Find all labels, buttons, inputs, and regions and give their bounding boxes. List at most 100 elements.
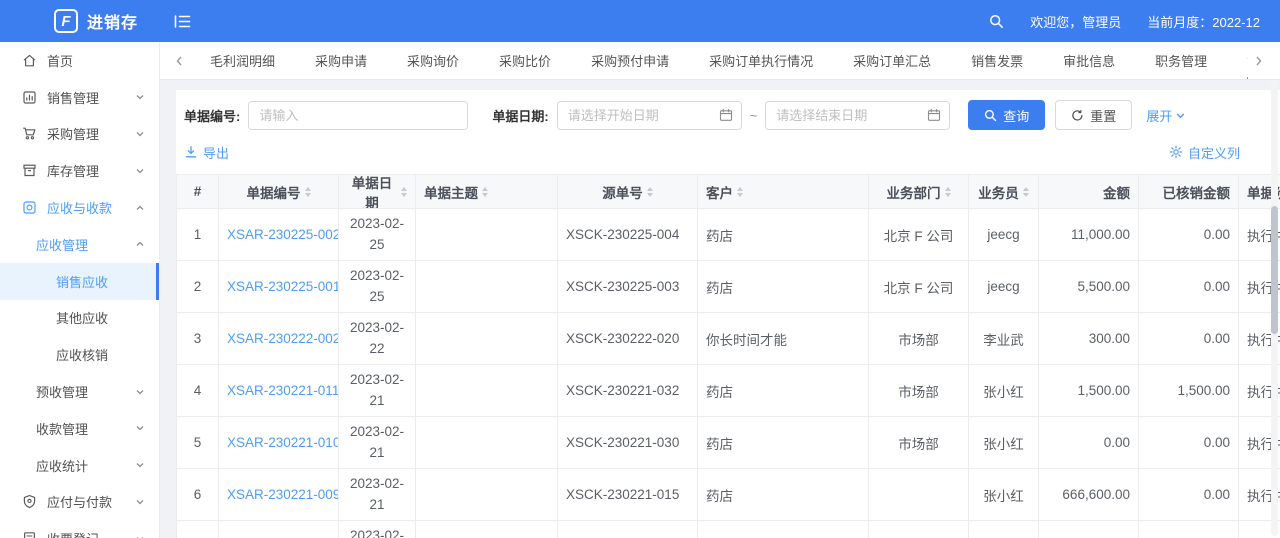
- tab-purchase-inquiry[interactable]: 采购询价: [407, 42, 459, 79]
- cell-department: [869, 521, 969, 538]
- tab-purchase-request[interactable]: 采购申请: [315, 42, 367, 79]
- expand-link[interactable]: 展开: [1146, 106, 1186, 125]
- reset-button[interactable]: 重置: [1055, 100, 1133, 130]
- search-icon[interactable]: [989, 14, 1004, 29]
- chevron-down-icon: [1177, 112, 1185, 118]
- tab-purchase-order-summary[interactable]: 采购订单汇总: [853, 42, 931, 79]
- sort-icon[interactable]: [401, 186, 407, 197]
- cart-icon: [22, 126, 37, 141]
- chevron-down-icon: [135, 423, 145, 433]
- cell-index: 6: [177, 469, 219, 521]
- sort-icon[interactable]: [737, 186, 743, 197]
- page-tabs: 毛利润明细 采购申请 采购询价 采购比价 采购预付申请 采购订单执行情况 采购订…: [190, 42, 1248, 79]
- chevron-up-icon: [135, 239, 145, 249]
- filter-form: 单据编号: 单据日期: ~ 查询: [176, 90, 1280, 130]
- doc-number-link[interactable]: XSAR-230221-010: [227, 435, 338, 450]
- cell-doc-number: XSAR-230225-002: [219, 209, 339, 261]
- sidebar-item-receivable[interactable]: 应收与收款: [0, 189, 159, 226]
- tab-purchase-compare[interactable]: 采购比价: [499, 42, 551, 79]
- sort-icon[interactable]: [944, 186, 951, 197]
- scrollbar-thumb[interactable]: [1271, 206, 1278, 334]
- tab-sales-receivable[interactable]: 销售应收: [1247, 42, 1248, 79]
- date-start-input[interactable]: [567, 107, 715, 123]
- tabs-scroll-right-icon[interactable]: [1248, 55, 1270, 67]
- table-row: 3 XSAR-230222-002 2023-02-22 XSCK-230222…: [177, 313, 1280, 365]
- col-department[interactable]: 业务部门: [869, 175, 969, 209]
- date-range-separator: ~: [749, 107, 758, 123]
- col-doc-number[interactable]: 单据编号: [219, 175, 339, 209]
- cell-verified-amount: 0.00: [1139, 417, 1239, 469]
- custom-columns-button[interactable]: 自定义列: [1169, 143, 1240, 162]
- download-icon: [185, 146, 197, 158]
- sidebar-item-other-receivable[interactable]: 其他应收: [0, 300, 159, 337]
- cell-department: 市场部: [869, 417, 969, 469]
- chevron-down-icon: [135, 166, 145, 176]
- export-button[interactable]: 导出: [184, 143, 229, 162]
- tabs-scroll-left-icon[interactable]: [168, 55, 190, 67]
- cell-salesman: jeecg: [969, 261, 1039, 313]
- sort-icon[interactable]: [1022, 186, 1029, 197]
- doc-number-link[interactable]: XSAR-230221-011: [227, 383, 338, 398]
- date-end-input[interactable]: [776, 107, 924, 123]
- col-doc-subject[interactable]: 单据主题: [416, 175, 558, 209]
- sidebar-item-invoice-register[interactable]: 收票登记: [0, 520, 159, 538]
- cell-department: [869, 469, 969, 521]
- tab-purchase-prepay[interactable]: 采购预付申请: [591, 42, 669, 79]
- cell-customer: 你长时间才能: [698, 313, 869, 365]
- app-logo[interactable]: F 进销存: [0, 9, 160, 33]
- calendar-icon: [719, 108, 733, 122]
- sidebar-item-inventory[interactable]: 库存管理: [0, 152, 159, 189]
- sidebar-item-sales[interactable]: 销售管理: [0, 79, 159, 116]
- sidebar-item-payable[interactable]: 应付与付款: [0, 484, 159, 521]
- col-customer[interactable]: 客户: [698, 175, 869, 209]
- calendar-icon: [927, 108, 941, 122]
- search-button[interactable]: 查询: [968, 100, 1046, 130]
- cell-amount: 11,000.00: [1039, 209, 1139, 261]
- sidebar-item-advance-mgmt[interactable]: 预收管理: [0, 373, 159, 410]
- receivables-table: # 单据编号 单据日期 单据主题 源单号 客户 业务部门 业务员 金额 已核销金…: [176, 174, 1280, 538]
- sidebar-item-home[interactable]: 首页: [0, 42, 159, 79]
- app-title: 进销存: [87, 15, 139, 32]
- docno-input[interactable]: [248, 100, 469, 130]
- doc-number-link[interactable]: XSAR-230225-001: [227, 279, 338, 294]
- table-row: 7 XSAR-230221-008 2023-02-21 XSCK-230221…: [177, 521, 1280, 538]
- tab-job-mgmt[interactable]: 职务管理: [1155, 42, 1207, 79]
- sort-icon[interactable]: [304, 186, 311, 197]
- sidebar-item-sales-receivable[interactable]: 销售应收: [0, 262, 159, 300]
- tab-purchase-order-exec[interactable]: 采购订单执行情况: [709, 42, 813, 79]
- doc-number-link[interactable]: XSAR-230225-002: [227, 227, 338, 242]
- sidebar-item-purchase[interactable]: 采购管理: [0, 116, 159, 153]
- vertical-scrollbar[interactable]: [1271, 80, 1278, 536]
- table-header-row: # 单据编号 单据日期 单据主题 源单号 客户 业务部门 业务员 金额 已核销金…: [177, 175, 1280, 209]
- col-verified-amount: 已核销金额: [1139, 175, 1239, 209]
- tab-sales-invoice[interactable]: 销售发票: [971, 42, 1023, 79]
- sidebar-item-receivable-writeoff[interactable]: 应收核销: [0, 336, 159, 373]
- cell-source-number: XSCK-230225-003: [558, 261, 698, 313]
- sort-icon[interactable]: [482, 186, 488, 197]
- cell-amount: 0.00: [1039, 417, 1139, 469]
- table-row: 4 XSAR-230221-011 2023-02-21 XSCK-230221…: [177, 365, 1280, 417]
- sort-icon[interactable]: [646, 186, 653, 197]
- col-salesman[interactable]: 业务员: [969, 175, 1039, 209]
- cell-index: 5: [177, 417, 219, 469]
- cell-index: 4: [177, 365, 219, 417]
- tab-gross-profit-detail[interactable]: 毛利润明细: [210, 42, 275, 79]
- sidebar-item-collection-mgmt[interactable]: 收款管理: [0, 410, 159, 447]
- sidebar-item-receivable-stats[interactable]: 应收统计: [0, 447, 159, 484]
- cell-verified-amount: 0.00: [1139, 469, 1239, 521]
- menu-fold-icon[interactable]: [174, 14, 191, 29]
- sidebar-item-receivable-mgmt[interactable]: 应收管理: [0, 226, 159, 263]
- user-welcome[interactable]: 欢迎您，管理员: [1030, 12, 1121, 31]
- col-source-number[interactable]: 源单号: [558, 175, 698, 209]
- content-card: 单据编号: 单据日期: ~ 查询: [176, 90, 1280, 538]
- cell-doc-subject: [416, 417, 558, 469]
- tab-approval-info[interactable]: 审批信息: [1063, 42, 1115, 79]
- doc-number-link[interactable]: XSAR-230221-009: [227, 487, 338, 502]
- cell-customer: 药店: [698, 365, 869, 417]
- date-start-picker[interactable]: [556, 100, 742, 130]
- cell-doc-subject: [416, 521, 558, 538]
- col-doc-date[interactable]: 单据日期: [339, 175, 416, 209]
- date-end-picker[interactable]: [765, 100, 951, 130]
- cell-doc-subject: [416, 261, 558, 313]
- doc-number-link[interactable]: XSAR-230222-002: [227, 331, 338, 346]
